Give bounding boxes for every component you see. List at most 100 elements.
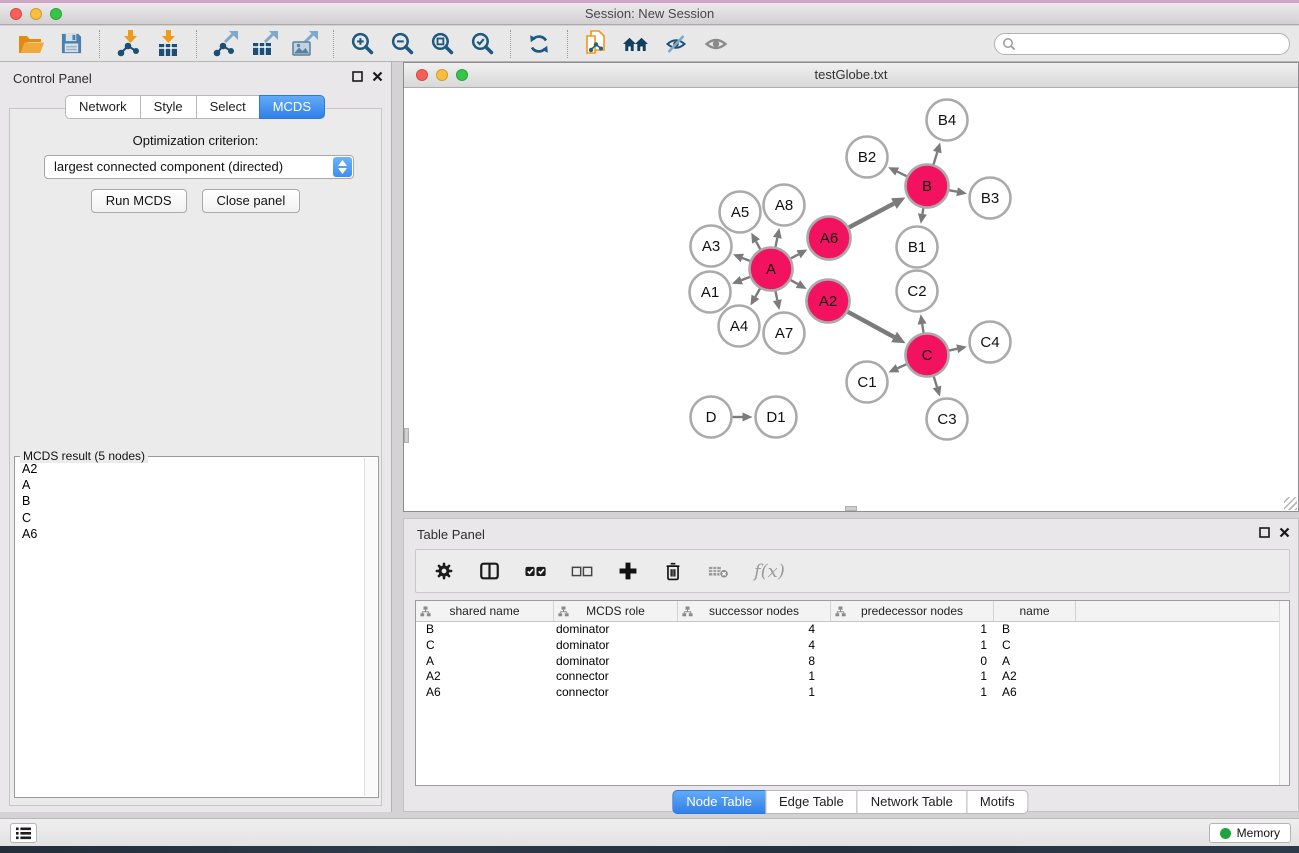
graph-node-a6[interactable]: A6 [808, 217, 851, 260]
graph-node-a4[interactable]: A4 [719, 306, 760, 347]
create-new-column-button[interactable] [617, 560, 639, 582]
table-cell[interactable]: C [416, 638, 554, 654]
table-cell[interactable]: 0 [831, 654, 994, 670]
graph-node-c1[interactable]: C1 [847, 362, 888, 403]
table-cell[interactable]: connector [554, 669, 678, 685]
table-row[interactable]: A6connector11A6 [416, 685, 1289, 701]
tab-select[interactable]: Select [196, 95, 260, 119]
table-cell[interactable]: A [994, 654, 1076, 670]
graph-edge[interactable] [732, 413, 753, 422]
graph-node-a3[interactable]: A3 [691, 226, 732, 267]
graph-node-b1[interactable]: B1 [897, 227, 938, 268]
graph-edge[interactable] [888, 364, 907, 373]
graph-node-a1[interactable]: A1 [690, 272, 731, 313]
window-resize-grip[interactable] [1284, 497, 1297, 510]
network-canvas[interactable]: B4B2BB3A5A8A6A3B1AA1C2A2A4A7CC4C1C3DD1 [404, 88, 1298, 511]
graph-edge[interactable] [751, 233, 761, 250]
graph-edge[interactable] [847, 311, 906, 343]
table-cell[interactable]: connector [554, 685, 678, 701]
import-table-button[interactable] [151, 29, 185, 59]
table-cell[interactable]: B [416, 622, 554, 638]
mcds-result-scrollbar[interactable] [364, 458, 377, 796]
graph-node-c3[interactable]: C3 [927, 399, 968, 440]
apply-layout-button[interactable] [522, 29, 556, 59]
criterion-select[interactable]: largest connected component (directed) [44, 155, 354, 179]
network-scrollbar-thumb-bottom[interactable] [845, 506, 857, 511]
float-panel-icon[interactable] [1259, 527, 1270, 538]
float-panel-icon[interactable] [352, 71, 363, 82]
graph-node-a7[interactable]: A7 [764, 313, 805, 354]
zoom-out-button[interactable] [385, 29, 419, 59]
table-row[interactable]: Adominator80A [416, 654, 1289, 670]
graph-edge[interactable] [790, 280, 807, 289]
table-settings-button[interactable] [433, 560, 455, 582]
graph-edge[interactable] [933, 142, 942, 165]
table-cell[interactable]: A6 [994, 685, 1076, 701]
graph-edge[interactable] [918, 207, 927, 224]
delete-columns-button[interactable] [662, 560, 684, 583]
table-cell[interactable]: dominator [554, 654, 678, 670]
graph-node-b3[interactable]: B3 [970, 178, 1011, 219]
column-header-mcds-role[interactable]: MCDS role [554, 601, 678, 621]
graph-edge[interactable] [948, 344, 967, 353]
table-cell[interactable]: 1 [831, 622, 994, 638]
table-row[interactable]: A2connector11A2 [416, 669, 1289, 685]
graph-node-a2[interactable]: A2 [807, 280, 850, 323]
graph-node-c[interactable]: C [906, 334, 949, 377]
export-network-button[interactable] [208, 29, 242, 59]
graph-edge[interactable] [918, 314, 927, 334]
graph-edge[interactable] [933, 376, 942, 397]
graph-edge[interactable] [848, 197, 905, 227]
table-row[interactable]: Cdominator41C [416, 638, 1289, 654]
tab-node-table[interactable]: Node Table [672, 790, 766, 814]
close-panel-icon[interactable] [372, 71, 383, 82]
graph-node-c4[interactable]: C4 [970, 322, 1011, 363]
table-cell[interactable]: 1 [831, 669, 994, 685]
delete-table-button[interactable] [707, 560, 731, 582]
column-header-shared-name[interactable]: shared name [416, 601, 554, 621]
graph-node-c2[interactable]: C2 [897, 271, 938, 312]
search-input[interactable] [994, 33, 1290, 55]
mcds-result-item[interactable]: C [16, 510, 363, 526]
hide-graphics-details-button[interactable] [659, 29, 693, 59]
import-network-button[interactable] [111, 29, 145, 59]
table-cell[interactable]: 1 [678, 669, 831, 685]
graph-node-a[interactable]: A [750, 248, 793, 291]
column-header-predecessor-nodes[interactable]: predecessor nodes [831, 601, 994, 621]
table-cell[interactable]: dominator [554, 622, 678, 638]
table-cell[interactable]: 4 [678, 622, 831, 638]
table-cell[interactable]: dominator [554, 638, 678, 654]
first-neighbors-button[interactable] [619, 29, 653, 59]
new-network-from-selection-button[interactable] [579, 29, 613, 59]
graph-node-d1[interactable]: D1 [756, 397, 797, 438]
open-session-button[interactable] [14, 29, 48, 59]
table-cell[interactable]: A2 [416, 669, 554, 685]
graph-edge[interactable] [751, 288, 761, 306]
graph-edge[interactable] [773, 228, 782, 248]
table-row[interactable]: Bdominator41B [416, 622, 1289, 638]
table-cell[interactable]: 1 [831, 638, 994, 654]
column-header-name[interactable]: name [994, 601, 1076, 621]
tab-style[interactable]: Style [140, 95, 197, 119]
save-session-button[interactable] [54, 29, 88, 59]
zoom-in-button[interactable] [345, 29, 379, 59]
graph-node-b4[interactable]: B4 [927, 100, 968, 141]
show-graphics-details-button[interactable] [699, 29, 733, 59]
table-cell[interactable]: B [994, 622, 1076, 638]
graph-edge[interactable] [790, 250, 807, 259]
function-builder-button[interactable]: f(x) [754, 561, 785, 582]
graph-edge[interactable] [733, 254, 751, 262]
graph-edge[interactable] [888, 167, 907, 176]
task-history-button[interactable] [10, 823, 37, 843]
graph-edge[interactable] [732, 276, 751, 284]
tab-edge-table[interactable]: Edge Table [765, 790, 858, 814]
unselect-all-columns-button[interactable] [571, 560, 594, 582]
graph-node-b[interactable]: B [906, 165, 949, 208]
close-panel-button[interactable]: Close panel [202, 189, 301, 213]
tab-mcds[interactable]: MCDS [259, 95, 325, 119]
table-cell[interactable]: 4 [678, 638, 831, 654]
run-mcds-button[interactable]: Run MCDS [91, 189, 187, 213]
table-cell[interactable]: C [994, 638, 1076, 654]
zoom-selected-button[interactable] [465, 29, 499, 59]
export-table-button[interactable] [248, 29, 282, 59]
